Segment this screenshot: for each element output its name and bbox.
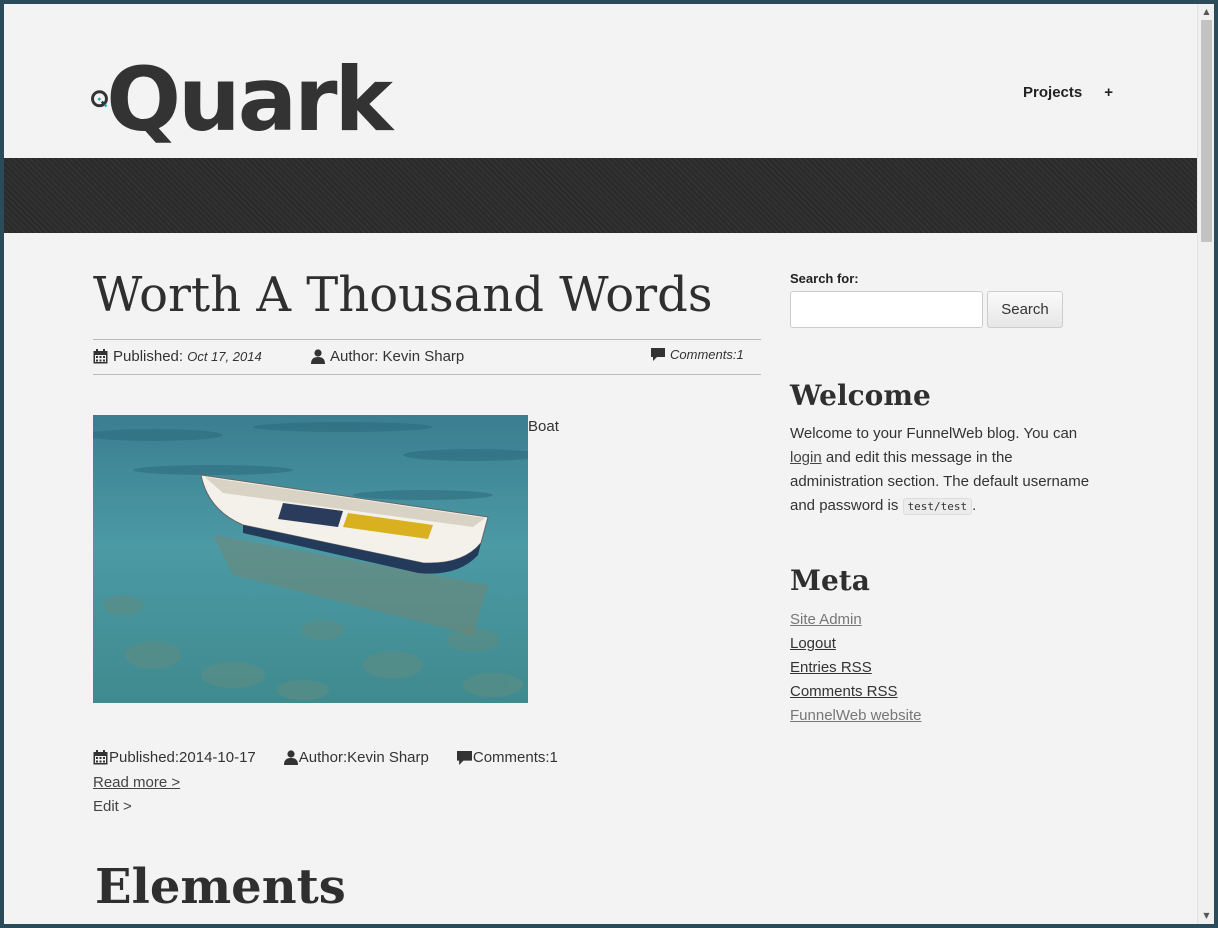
footer-author: Author:Kevin Sharp — [283, 749, 429, 766]
image-alt-text: Boat — [528, 418, 559, 435]
login-link[interactable]: login — [790, 449, 822, 466]
comments-label: Comments:1 — [670, 347, 744, 362]
quark-logo-q-icon — [91, 90, 108, 108]
site-logo[interactable]: Quark — [90, 48, 393, 151]
list-item: Logout — [790, 631, 921, 655]
footer-published: Published:2014-10-17 — [93, 749, 256, 766]
author-label: Author: Kevin Sharp — [330, 348, 465, 365]
post-author: Author: Kevin Sharp — [311, 348, 464, 365]
post-footer-meta: Published:2014-10-17 Author:Kevin Sharp … — [93, 749, 586, 766]
post-title[interactable]: Worth A Thousand Words — [93, 267, 712, 323]
post-published: Published: Oct 17, 2014 — [93, 348, 262, 365]
published-label: Published: — [113, 348, 184, 365]
calendar-icon — [93, 750, 108, 765]
welcome-text-part: Welcome to your FunnelWeb blog. You can — [790, 425, 1078, 442]
boat-photo — [93, 415, 528, 703]
entries-rss-link[interactable]: Entries RSS — [790, 659, 872, 676]
search-label: Search for: — [790, 271, 859, 286]
comment-icon — [651, 348, 665, 361]
read-more-link[interactable]: Read more > — [93, 774, 180, 791]
scroll-up-icon[interactable]: ▲ — [1198, 4, 1214, 20]
page: Quark Projects + Worth A Thousand Words … — [4, 4, 1197, 924]
funnelweb-website-link[interactable]: FunnelWeb website — [790, 707, 921, 724]
header-banner — [4, 158, 1197, 233]
vertical-scrollbar[interactable]: ▲ ▼ — [1197, 4, 1214, 924]
scroll-thumb[interactable] — [1201, 20, 1212, 242]
browser-window: Quark Projects + Worth A Thousand Words … — [4, 4, 1214, 924]
user-icon — [283, 750, 298, 765]
footer-comments[interactable]: Comments:1 — [456, 749, 558, 766]
scroll-down-icon[interactable]: ▼ — [1198, 908, 1214, 924]
next-post-title[interactable]: Elements — [95, 859, 346, 915]
list-item: Comments RSS — [790, 679, 921, 703]
welcome-title: Welcome — [790, 379, 931, 412]
welcome-text-part: . — [972, 497, 977, 514]
nav-item-projects[interactable]: Projects — [1023, 84, 1082, 101]
welcome-text: Welcome to your FunnelWeb blog. You can … — [790, 422, 1110, 519]
list-item: Entries RSS — [790, 655, 921, 679]
comment-icon — [456, 750, 472, 765]
default-credentials: test/test — [902, 498, 973, 515]
main-nav: Projects + — [1023, 84, 1113, 101]
search-button[interactable]: Search — [987, 291, 1063, 328]
list-item: FunnelWeb website — [790, 703, 921, 727]
user-icon — [311, 349, 325, 364]
post-meta-bar: Published: Oct 17, 2014 Author: Kevin Sh… — [93, 339, 761, 375]
meta-title: Meta — [790, 564, 870, 597]
boat-image — [93, 415, 528, 703]
published-date: Oct 17, 2014 — [187, 349, 262, 364]
logo-text: Quark — [106, 48, 393, 151]
search-input[interactable] — [790, 291, 983, 328]
meta-links: Site Admin Logout Entries RSS Comments R… — [790, 607, 921, 727]
footer-published-text: Published:2014-10-17 — [109, 749, 256, 766]
site-admin-link[interactable]: Site Admin — [790, 611, 862, 628]
footer-author-text: Author:Kevin Sharp — [298, 749, 429, 766]
list-item: Site Admin — [790, 607, 921, 631]
logout-link[interactable]: Logout — [790, 635, 836, 652]
edit-link[interactable]: Edit > — [93, 798, 132, 815]
comments-rss-link[interactable]: Comments RSS — [790, 683, 898, 700]
calendar-icon — [93, 349, 108, 364]
footer-comments-text: Comments:1 — [472, 749, 558, 766]
nav-plus-icon[interactable]: + — [1104, 84, 1113, 101]
post-comments[interactable]: Comments:1 — [651, 347, 744, 362]
